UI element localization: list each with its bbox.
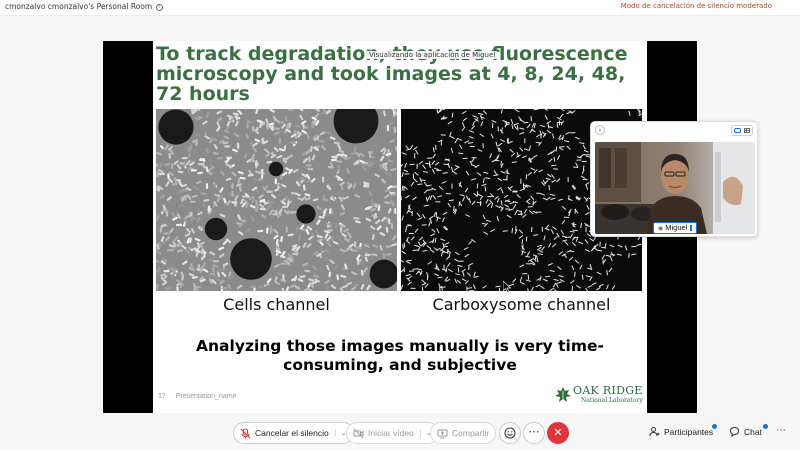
ellipsis-icon: ⋯ xyxy=(776,425,787,436)
muted-microphone-icon xyxy=(240,428,251,438)
logo-name: OAK RIDGE xyxy=(573,384,643,397)
single-view-icon[interactable] xyxy=(734,128,741,133)
chat-button[interactable]: Chat xyxy=(729,426,762,437)
participant-video[interactable] xyxy=(595,142,755,234)
slide-number: 17 xyxy=(158,393,166,400)
oak-leaf-icon xyxy=(555,387,571,404)
slide-footer-text: Presentation_name xyxy=(175,393,237,400)
share-screen-icon xyxy=(437,429,448,438)
chat-notification-dot xyxy=(763,424,768,429)
more-options-button[interactable]: ⋯ xyxy=(523,422,545,444)
chat-label: Chat xyxy=(744,426,762,437)
slide-footer: 17 Presentation_name xyxy=(158,393,244,400)
participants-notification-dot xyxy=(712,424,717,429)
smiley-icon xyxy=(504,427,516,439)
grid-view-icon[interactable] xyxy=(743,128,750,133)
video-panel[interactable]: ⌄ ◉ Miguel xyxy=(590,121,758,237)
room-title: cmonzalvo cmonzalvo's Personal Room i xyxy=(5,2,163,11)
start-video-label: Iniciar vídeo xyxy=(368,428,414,438)
meeting-controls: Cancelar el silencio ⌄ Iniciar vídeo ⌄ C… xyxy=(0,422,800,446)
participants-button[interactable]: Participantes xyxy=(649,426,713,437)
top-bar: cmonzalvo cmonzalvo's Personal Room i Mo… xyxy=(0,0,800,16)
cells-channel-image xyxy=(156,109,397,291)
oak-ridge-logo: OAK RIDGE National Laboratory xyxy=(553,383,643,407)
participant-name-tag: ◉ Miguel xyxy=(653,222,698,234)
presentation-slide: To track degradation, they use fluoresce… xyxy=(153,41,647,413)
participant-name: Miguel xyxy=(665,223,688,232)
share-button[interactable]: Compartir xyxy=(430,422,497,444)
layout-toggle[interactable] xyxy=(731,125,753,136)
microphone-icon: ◉ xyxy=(658,226,664,232)
info-icon[interactable]: i xyxy=(155,3,163,11)
reactions-button[interactable] xyxy=(499,422,521,444)
mouse-cursor-icon xyxy=(503,281,511,293)
share-label: Compartir xyxy=(452,428,490,438)
chevron-down-icon[interactable]: ⌄ xyxy=(334,429,347,437)
chevron-down-icon[interactable]: ⌄ xyxy=(595,125,605,135)
close-icon: ✕ xyxy=(553,427,563,439)
logo-subtitle: National Laboratory xyxy=(581,397,643,404)
cells-channel-caption: Cells channel xyxy=(223,295,330,314)
start-video-button[interactable]: Iniciar vídeo ⌄ xyxy=(346,422,439,444)
unmute-button[interactable]: Cancelar el silencio ⌄ xyxy=(233,422,354,444)
carboxysome-channel-caption: Carboxysome channel xyxy=(432,295,611,314)
video-camera-off-icon xyxy=(353,428,364,438)
participants-icon xyxy=(649,427,660,437)
ellipsis-icon: ⋯ xyxy=(528,426,540,438)
room-title-text: cmonzalvo cmonzalvo's Personal Room xyxy=(5,2,153,11)
side-more-button[interactable]: ⋯ xyxy=(776,425,787,436)
audio-level-icon xyxy=(690,225,693,232)
noise-cancellation-link[interactable]: Modo de cancelación de silencio moderado xyxy=(621,2,772,10)
leave-meeting-button[interactable]: ✕ xyxy=(547,422,569,444)
chat-bubble-icon xyxy=(729,426,740,437)
viewing-banner: Visualizando la aplicación de Miguel xyxy=(367,51,498,59)
participants-label: Participantes xyxy=(664,426,714,437)
slide-statement: Analyzing those images manually is very … xyxy=(196,337,604,374)
unmute-label: Cancelar el silencio xyxy=(255,428,329,438)
